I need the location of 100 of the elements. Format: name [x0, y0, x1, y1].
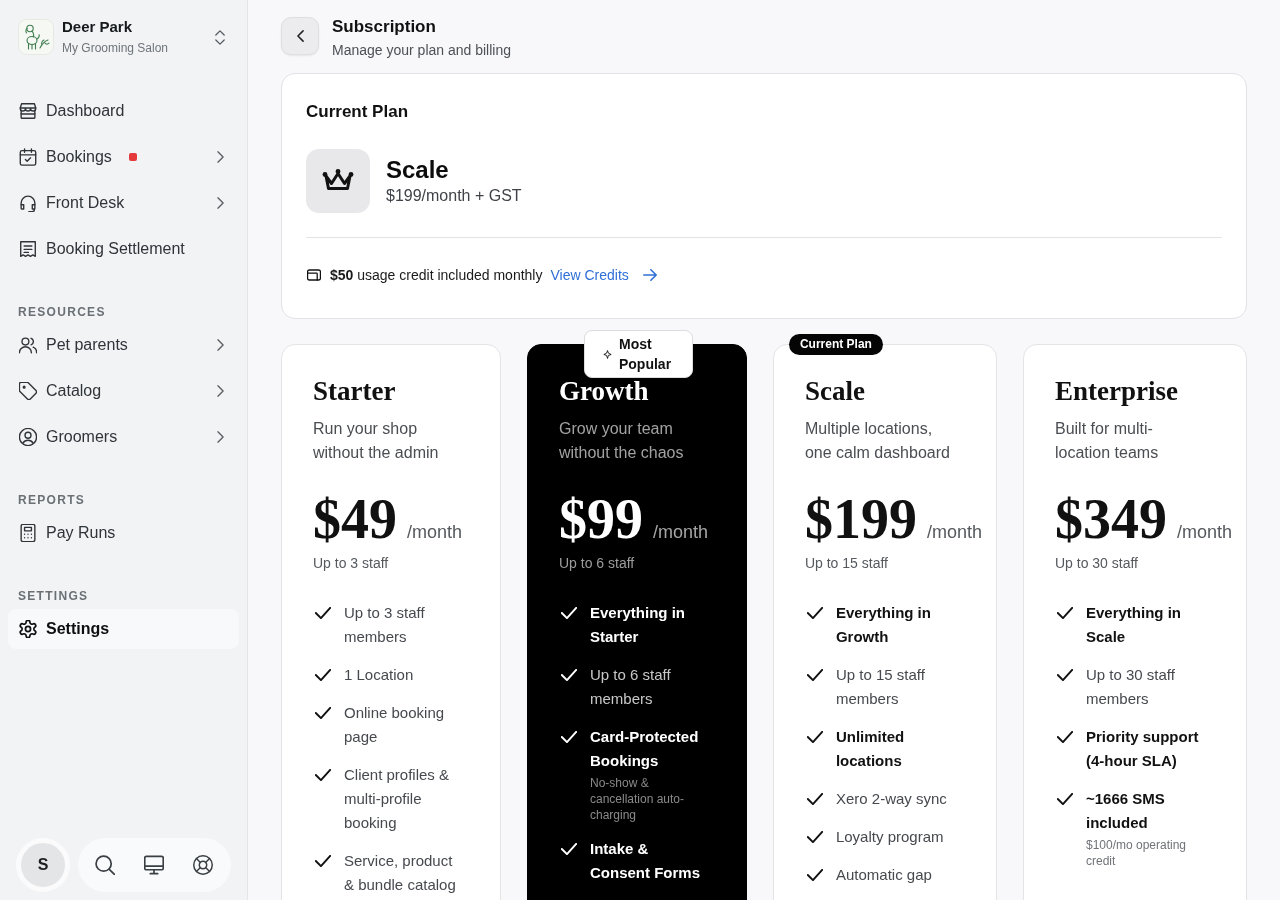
- feature-text: Client profiles & multi-profile booking: [344, 765, 451, 833]
- check-icon: [315, 669, 331, 681]
- feature-text: Loyalty program: [835, 827, 944, 847]
- feature-text: Up to 15 staff members: [835, 665, 926, 709]
- feature-text: ~1666 SMS included: [1085, 789, 1166, 833]
- feature-note: No-show & cancellation auto-charging: [589, 775, 686, 823]
- badge-label: Most Popular: [618, 335, 673, 374]
- plan-title: Enterprise: [1054, 377, 1179, 405]
- nav-item[interactable]: Booking Settlement: [8, 229, 239, 269]
- price-period: /month: [652, 521, 708, 544]
- check-icon: [315, 769, 331, 781]
- nav-item[interactable]: Groomers: [8, 417, 239, 457]
- feature-note: $100/mo operating credit: [1085, 837, 1188, 869]
- nav-item[interactable]: Catalog: [8, 371, 239, 411]
- section-heading: REPORTS: [17, 492, 87, 508]
- dog-logo-icon: [18, 19, 54, 55]
- view-credits-link[interactable]: View Credits: [550, 265, 657, 285]
- plan-title: Scale: [804, 377, 866, 405]
- plan-price: $49: [313, 491, 397, 547]
- wallet-icon: [307, 269, 321, 281]
- plan-description: Grow your team without the chaos: [558, 419, 685, 463]
- page-subtitle: Manage your plan and billing: [332, 41, 511, 60]
- feature-text: Automatic gap: [835, 865, 932, 885]
- check-icon: [806, 669, 823, 681]
- plan-description: Run your shop without the admin: [313, 419, 440, 463]
- feature-text: Everything in Growth: [835, 603, 932, 647]
- settings-icon: [19, 620, 37, 638]
- arrow-right-icon: [642, 269, 657, 281]
- users-icon: [19, 336, 37, 354]
- feature-text: Up to 3 staff members: [344, 603, 426, 647]
- staff-limit: Up to 15 staff: [804, 554, 889, 573]
- feature-text: Everything in Scale: [1085, 603, 1182, 647]
- calculator-icon: [19, 524, 37, 542]
- staff-limit: Up to 3 staff: [313, 554, 390, 573]
- check-icon: [1056, 607, 1073, 619]
- nav-item[interactable]: Settings: [8, 609, 239, 649]
- feature-text: Everything in Starter: [589, 603, 686, 647]
- check-icon: [315, 707, 331, 719]
- staff-limit: Up to 6 staff: [558, 554, 636, 573]
- check-icon: [560, 607, 577, 619]
- plan-title: Growth: [558, 377, 650, 405]
- check-icon: [806, 793, 823, 805]
- workspace-subtitle: My Grooming Salon: [62, 40, 170, 56]
- check-icon: [806, 831, 823, 843]
- feature-text: Up to 30 staff members: [1085, 665, 1176, 709]
- check-icon: [806, 869, 823, 881]
- feature-text: Xero 2-way sync: [835, 789, 947, 809]
- feature-text: Unlimited locations: [835, 727, 906, 771]
- crown-icon: [306, 149, 370, 213]
- workspace-name: Deer Park: [62, 18, 134, 36]
- headset-icon: [19, 194, 37, 212]
- plan-description: Built for multi-location teams: [1054, 419, 1160, 463]
- chevrons-up-down-icon[interactable]: [215, 29, 225, 45]
- receipt-icon: [19, 240, 37, 258]
- nav-item[interactable]: Front Desk: [8, 183, 239, 223]
- plan-price: $349: [1054, 491, 1167, 547]
- nav-item[interactable]: Pay Runs: [8, 513, 239, 553]
- check-icon: [560, 669, 577, 681]
- nav-item[interactable]: Dashboard: [8, 91, 239, 131]
- staff-limit: Up to 30 staff: [1054, 554, 1139, 573]
- monitor-icon[interactable]: [144, 855, 164, 875]
- feature-text: Online booking page: [344, 703, 446, 747]
- price-period: /month: [926, 521, 982, 544]
- price-period: /month: [407, 521, 463, 544]
- nav-item[interactable]: Pet parents: [8, 325, 239, 365]
- nav-item[interactable]: Bookings: [8, 137, 239, 177]
- feature-text: Up to 6 staff members: [589, 665, 672, 709]
- credit-text: $50 usage credit included monthly: [330, 266, 543, 285]
- check-icon: [1056, 731, 1073, 743]
- page-title: Subscription: [332, 16, 437, 38]
- check-icon: [806, 607, 823, 619]
- section-heading: SETTINGS: [17, 588, 90, 604]
- check-icon: [806, 731, 823, 743]
- storefront-icon: [19, 102, 37, 120]
- check-icon: [1056, 793, 1073, 805]
- feature-text: Service, product & bundle catalog: [344, 851, 457, 895]
- plan-price: $199: [804, 491, 917, 547]
- feature-text: Priority support (4-hour SLA): [1085, 727, 1200, 771]
- user-avatar[interactable]: S: [16, 838, 70, 892]
- feature-text: Intake & Consent Forms: [589, 839, 701, 883]
- chevron-left-icon: [296, 30, 304, 42]
- sparkle-icon: [602, 349, 612, 359]
- search-icon[interactable]: [95, 855, 115, 875]
- plan-price: $99: [558, 491, 643, 547]
- plan-description: Multiple locations, one calm dashboard: [804, 419, 951, 463]
- section-title: Current Plan: [306, 101, 410, 123]
- plan-name: Scale: [386, 155, 450, 185]
- life-buoy-icon[interactable]: [193, 855, 213, 875]
- tag-icon: [19, 382, 37, 400]
- current-plan-badge: Current Plan: [788, 334, 883, 355]
- plan-price: $199/month + GST: [386, 186, 522, 206]
- calendar-check-icon: [19, 148, 37, 166]
- feature-text: 1 Location: [344, 665, 414, 685]
- check-icon: [560, 731, 577, 743]
- plan-title: Starter: [313, 377, 397, 405]
- section-heading: RESOURCES: [17, 304, 107, 320]
- feature-text: Card-Protected Bookings: [589, 727, 700, 771]
- check-icon: [560, 843, 577, 855]
- back-button[interactable]: [281, 17, 319, 55]
- check-icon: [315, 607, 331, 619]
